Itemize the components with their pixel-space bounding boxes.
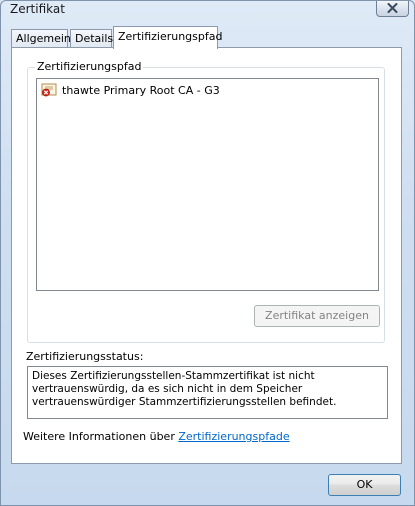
more-info-prefix: Weitere Informationen über [23, 430, 175, 443]
certification-path-group: Zertifizierungspfad thawte Primary Root … [27, 60, 385, 343]
certificate-dialog: Zertifikat Allgemein Details Zertifizier… [0, 0, 415, 506]
tree-item[interactable]: thawte Primary Root CA - G3 [41, 82, 220, 98]
certification-path-tree[interactable]: thawte Primary Root CA - G3 [36, 78, 379, 291]
certification-path-help-link[interactable]: Zertifizierungspfade [178, 430, 289, 443]
ok-button[interactable]: OK [328, 474, 401, 496]
more-info-line: Weitere Informationen über Zertifizierun… [23, 430, 290, 443]
group-label: Zertifizierungspfad [35, 60, 144, 73]
title-bar: Zertifikat [1, 1, 414, 21]
certification-status-label: Zertifizierungsstatus: [26, 350, 144, 363]
tab-allgemein[interactable]: Allgemein [11, 29, 71, 47]
tab-zertifizierungspfad[interactable]: Zertifizierungspfad [113, 26, 222, 49]
tab-details[interactable]: Details [70, 29, 113, 47]
close-icon [387, 3, 398, 13]
certificate-error-icon [41, 83, 57, 97]
tree-item-label: thawte Primary Root CA - G3 [62, 83, 220, 97]
view-certificate-button[interactable]: Zertifikat anzeigen [254, 305, 380, 327]
tab-panel: Zertifizierungspfad thawte Primary Root … [11, 47, 402, 464]
close-button[interactable] [376, 1, 409, 17]
certification-status-text[interactable]: Dieses Zertifizierungsstellen-Stammzerti… [27, 366, 388, 419]
window-title: Zertifikat [10, 2, 65, 16]
